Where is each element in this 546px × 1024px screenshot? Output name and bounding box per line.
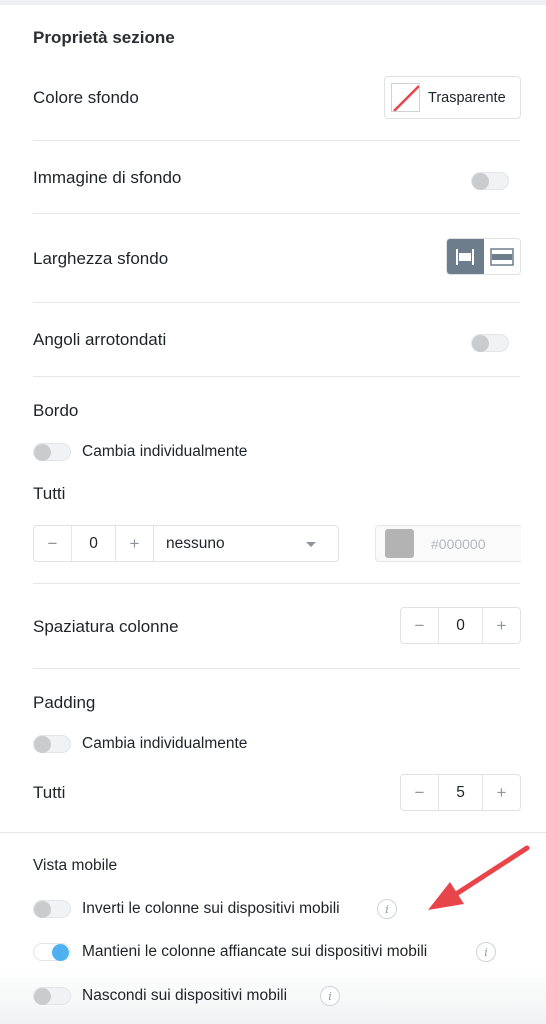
info-icon[interactable]: i [476, 942, 496, 962]
border-individual-label: Cambia individualmente [82, 443, 248, 460]
background-color-button[interactable]: Trasparente [384, 76, 521, 119]
mobile-view-label: Vista mobile [33, 857, 118, 874]
mobile-hide-toggle[interactable] [33, 987, 71, 1005]
transparent-swatch-icon [391, 83, 420, 112]
border-style-value: nessuno [166, 534, 225, 552]
section-title: Proprietà sezione [33, 28, 175, 47]
column-spacing-decrement-button[interactable]: − [401, 608, 438, 643]
divider [33, 140, 520, 141]
divider [33, 213, 520, 214]
info-icon[interactable]: i [320, 986, 340, 1006]
red-arrow-icon [428, 845, 530, 910]
divider [33, 302, 520, 303]
border-color-swatch[interactable] [385, 529, 414, 558]
chevron-down-icon [306, 542, 316, 547]
padding-all-label: Tutti [33, 783, 66, 802]
column-spacing-value[interactable]: 0 [438, 608, 483, 643]
column-spacing-label: Spaziatura colonne [33, 617, 179, 636]
divider [33, 583, 520, 584]
border-label: Bordo [33, 401, 79, 420]
background-width-label: Larghezza sfondo [33, 249, 169, 268]
padding-increment-button[interactable]: + [483, 775, 520, 810]
border-width-stepper: − 0 + [33, 525, 153, 562]
border-width-decrement-button[interactable]: − [34, 526, 71, 561]
border-all-label: Tutti [33, 484, 66, 503]
padding-individual-label: Cambia individualmente [82, 735, 248, 752]
padding-decrement-button[interactable]: − [401, 775, 438, 810]
rounded-corners-toggle[interactable] [471, 334, 509, 352]
border-style-select[interactable]: nessuno [153, 525, 339, 562]
border-color-field[interactable]: #000000 [375, 525, 521, 562]
mobile-invert-columns-label: Inverti le colonne sui dispositivi mobil… [82, 900, 340, 917]
mobile-hide-label: Nascondi sui dispositivi mobili [82, 987, 288, 1004]
background-image-label: Immagine di sfondo [33, 168, 182, 187]
padding-label: Padding [33, 693, 96, 712]
width-full-button[interactable] [483, 239, 520, 274]
divider [33, 376, 520, 377]
background-image-toggle[interactable] [471, 172, 509, 190]
background-color-value: Trasparente [428, 89, 506, 106]
border-width-value[interactable]: 0 [71, 526, 116, 561]
padding-stepper: − 5 + [400, 774, 521, 811]
border-individual-toggle[interactable] [33, 443, 71, 461]
border-color-hex-input[interactable]: #000000 [431, 536, 486, 552]
rounded-corners-label: Angoli arrotondati [33, 330, 167, 349]
padding-individual-toggle[interactable] [33, 735, 71, 753]
mobile-invert-columns-toggle[interactable] [33, 900, 71, 918]
full-width-icon [490, 247, 514, 266]
border-width-increment-button[interactable]: + [116, 526, 153, 561]
width-contained-button[interactable] [447, 239, 484, 274]
padding-value[interactable]: 5 [438, 775, 483, 810]
divider [33, 668, 520, 669]
column-spacing-stepper: − 0 + [400, 607, 521, 644]
contained-width-icon [456, 248, 475, 265]
column-spacing-increment-button[interactable]: + [483, 608, 520, 643]
mobile-keep-columns-toggle[interactable] [33, 943, 71, 961]
top-border [0, 0, 546, 5]
background-color-label: Colore sfondo [33, 88, 139, 107]
mobile-keep-columns-label: Mantieni le colonne affiancate sui dispo… [82, 943, 428, 960]
background-width-selector [446, 238, 521, 275]
info-icon[interactable]: i [377, 899, 397, 919]
